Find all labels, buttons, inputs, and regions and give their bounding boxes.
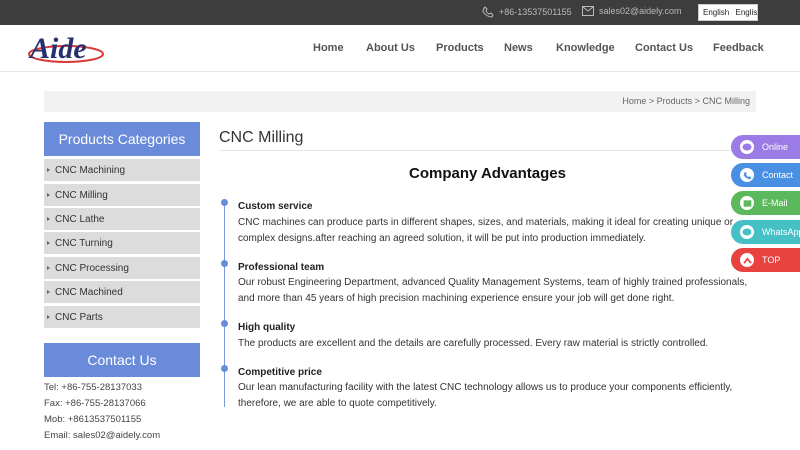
email-address: sales02@aidely.com [599,6,682,16]
nav-feedback[interactable]: Feedback [713,42,764,54]
timeline-dot [221,260,228,267]
triangle-right-icon [47,241,50,245]
back-to-top-button[interactable]: TOP [731,248,800,272]
category-label: CNC Turning [55,238,113,249]
advantage-text: CNC machines can produce parts in differ… [238,217,734,244]
advantage-title: Competitive price [238,367,322,378]
section-title: Company Advantages [409,165,566,182]
contact-button[interactable]: Contact [731,163,800,187]
contact-fax: Fax: +86-755-28137066 [44,398,146,409]
nav-about-us[interactable]: About Us [366,42,415,54]
triangle-right-icon [47,290,50,294]
nav-home[interactable]: Home [313,42,344,54]
timeline-dot [221,199,228,206]
category-label: CNC Processing [55,263,129,274]
categories-heading: Products Categories [44,122,200,156]
float-label: Online [762,142,789,152]
advantage-title: Professional team [238,262,325,273]
timeline-dot [221,365,228,372]
logo-text: Aide [28,32,87,65]
chat-icon [740,140,754,154]
contact-tel: Tel: +86-755-28137033 [44,382,142,393]
category-label: CNC Machined [55,287,123,298]
category-label: CNC Parts [55,312,103,323]
float-label: TOP [762,255,781,265]
online-chat-button[interactable]: Online [731,135,800,159]
category-label: CNC Machining [55,165,126,176]
nav-products[interactable]: Products [436,42,484,54]
whatsapp-button[interactable]: WhatsApp [731,220,800,244]
breadcrumb-home[interactable]: Home [622,96,646,106]
whatsapp-icon [740,225,754,239]
arrow-up-icon [740,253,754,267]
triangle-right-icon [47,193,50,197]
category-item-cnc-milling[interactable]: CNC Milling [44,184,200,207]
mail-icon [582,6,594,16]
nav-knowledge[interactable]: Knowledge [556,42,615,54]
page-title: CNC Milling [219,129,304,146]
header: Aide Home About Us Products News Knowled… [0,25,800,72]
category-item-cnc-parts[interactable]: CNC Parts [44,306,200,329]
float-label: E-Mail [762,198,788,208]
phone-icon [740,168,754,182]
triangle-right-icon [47,168,50,172]
breadcrumb-current: CNC Milling [702,96,750,106]
category-item-cnc-machining[interactable]: CNC Machining [44,159,200,182]
email-contact[interactable]: sales02@aidely.com [582,6,682,16]
nav-news[interactable]: News [504,42,533,54]
advantage-title: Custom service [238,201,313,212]
triangle-right-icon [47,266,50,270]
phone-contact[interactable]: +86-13537501155 [482,6,572,18]
contact-email[interactable]: Email: sales02@aidely.com [44,430,160,441]
category-item-cnc-machined[interactable]: CNC Machined [44,281,200,304]
contact-mob: Mob: +8613537501155 [44,414,142,425]
email-button[interactable]: E-Mail [731,191,800,215]
top-bar: +86-13537501155 sales02@aidely.com Engli… [0,0,800,25]
category-label: CNC Lathe [55,214,105,225]
float-label: Contact [762,170,794,180]
logo[interactable]: Aide [28,30,108,71]
triangle-right-icon [47,315,50,319]
advantage-text: Our lean manufacturing facility with the… [238,382,733,409]
nav-contact-us[interactable]: Contact Us [635,42,693,54]
advantage-title: High quality [238,322,296,333]
breadcrumb-products[interactable]: Products [657,96,693,106]
category-item-cnc-processing[interactable]: CNC Processing [44,257,200,280]
timeline-dot [221,320,228,327]
divider [219,150,756,151]
language-label: English [703,8,730,17]
breadcrumb-separator: > [648,96,655,106]
breadcrumb-separator: > [694,96,700,106]
timeline-line [224,202,225,407]
float-label: WhatsApp [762,227,800,237]
language-select-value: English [735,8,758,17]
triangle-right-icon [47,217,50,221]
category-label: CNC Milling [55,190,108,201]
advantage-text: Our robust Engineering Department, advan… [238,277,748,304]
language-selector[interactable]: English English [698,4,758,21]
breadcrumb: Home > Products > CNC Milling [44,91,756,112]
contact-heading: Contact Us [44,343,200,377]
phone-icon [482,6,494,18]
category-item-cnc-lathe[interactable]: CNC Lathe [44,208,200,231]
category-item-cnc-turning[interactable]: CNC Turning [44,232,200,255]
aide-logo: Aide [28,32,104,65]
phone-number: +86-13537501155 [499,7,572,17]
mail-icon [740,196,754,210]
advantage-text: The products are excellent and the detai… [238,338,709,349]
